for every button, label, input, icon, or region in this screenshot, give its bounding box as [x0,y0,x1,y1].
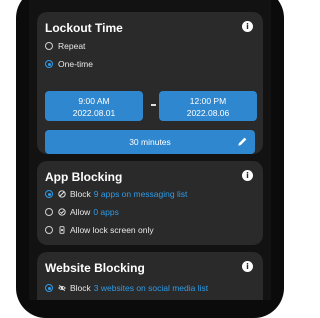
info-icon[interactable]: i [242,261,253,272]
end-time: 12:00 PM [189,96,227,106]
lockout-time-card: Lockout Time i Repeat One-time 9:00 AM 2… [37,12,263,154]
start-time: 9:00 AM [78,96,110,106]
option-block-websites[interactable]: Block 3 websites on social media list [45,281,208,295]
info-icon[interactable]: i [242,170,253,181]
end-date: 2022.08.06 [186,108,230,118]
option-lock-screen-only[interactable]: Allow lock screen only [45,223,154,237]
allow-apps-link[interactable]: 0 apps [93,207,119,217]
duration-label: 30 minutes [129,137,171,147]
block-icon [58,190,66,198]
block-websites-radio[interactable] [45,284,53,292]
lockout-time-title: Lockout Time [45,21,123,35]
block-apps-prefix: Block [70,189,91,199]
info-icon[interactable]: i [242,21,253,32]
app-blocking-card: App Blocking i Block 9 apps on messaging… [37,161,263,245]
allow-apps-radio[interactable] [45,208,53,216]
check-circle-icon [58,208,66,216]
option-repeat-label: Repeat [58,41,86,51]
option-repeat[interactable]: Repeat [45,39,85,53]
phone-lock-icon [59,226,65,234]
repeat-radio[interactable] [45,42,53,50]
start-datetime-button[interactable]: 9:00 AM 2022.08.01 [45,91,143,121]
messaging-list-link[interactable]: 9 apps on messaging list [94,189,188,199]
range-dash [151,104,156,106]
website-blocking-card: Website Blocking i Block 3 websites on s… [37,252,263,300]
one-time-radio[interactable] [45,60,53,68]
lock-screen-only-radio[interactable] [45,226,53,234]
start-date: 2022.08.01 [72,108,116,118]
app-screen: Lockout Time i Repeat One-time 9:00 AM 2… [29,0,271,300]
lock-screen-only-label: Allow lock screen only [70,225,154,235]
pencil-icon [238,137,247,146]
eye-off-icon [58,284,66,292]
social-media-list-link[interactable]: 3 websites on social media list [94,283,208,293]
website-blocking-title: Website Blocking [45,261,145,275]
option-block-apps[interactable]: Block 9 apps on messaging list [45,187,187,201]
option-one-time[interactable]: One-time [45,57,93,71]
end-datetime-button[interactable]: 12:00 PM 2022.08.06 [159,91,257,121]
option-one-time-label: One-time [58,59,93,69]
app-blocking-title: App Blocking [45,170,123,184]
block-apps-radio[interactable] [45,190,53,198]
option-allow-apps[interactable]: Allow 0 apps [45,205,119,219]
allow-apps-prefix: Allow [70,207,91,217]
duration-button[interactable]: 30 minutes [45,130,255,154]
block-websites-prefix: Block [70,283,91,293]
